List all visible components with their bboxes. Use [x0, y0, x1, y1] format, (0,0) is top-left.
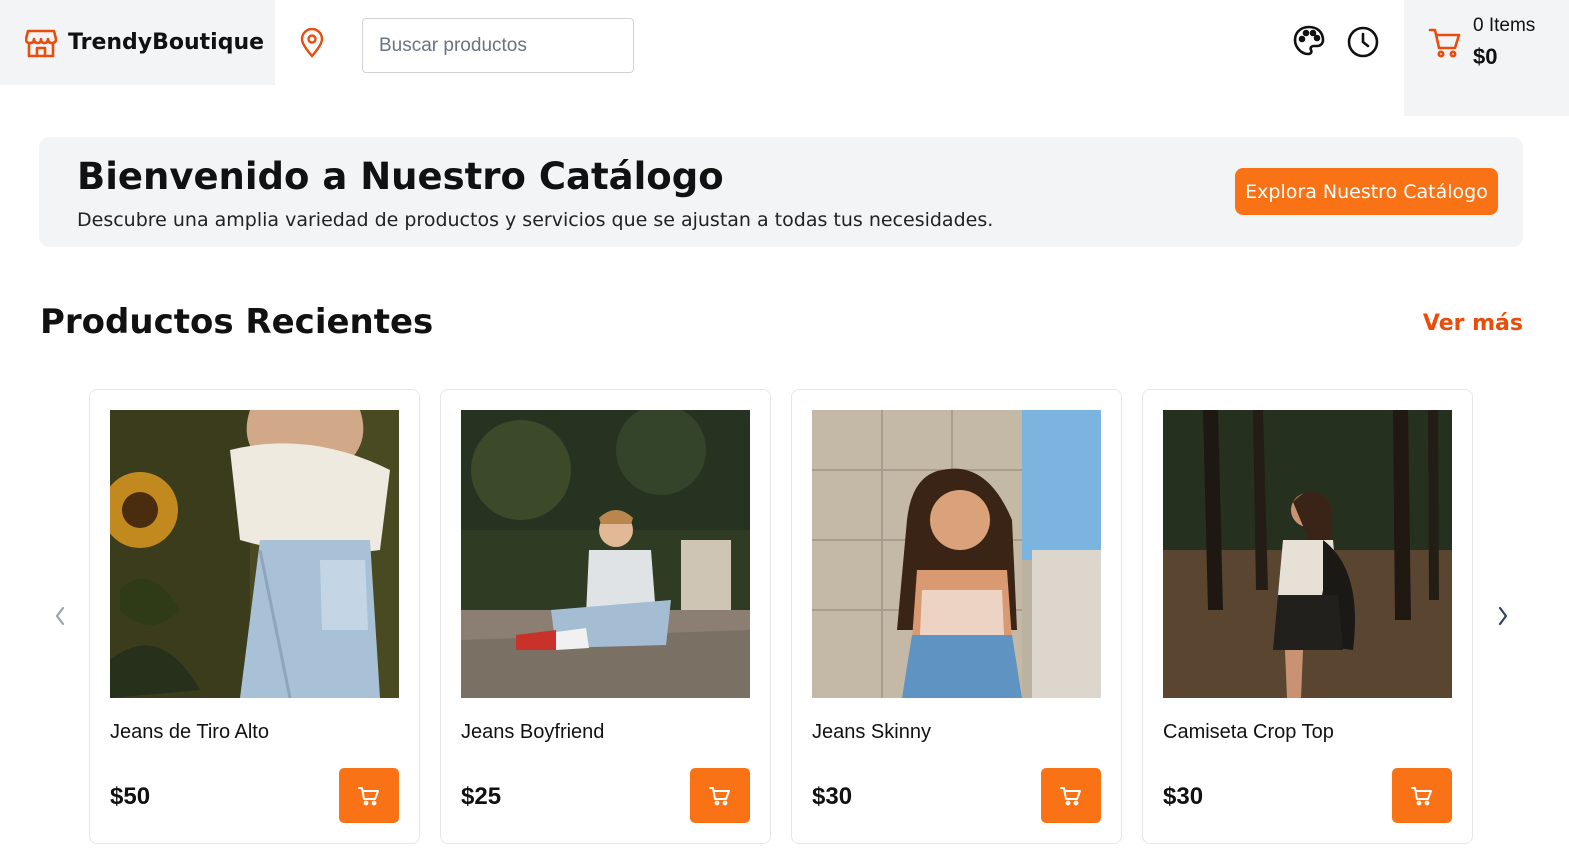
cart-total: $0 — [1473, 44, 1498, 69]
chevron-right-icon — [1498, 606, 1508, 626]
cart-icon — [1428, 26, 1462, 60]
product-image[interactable] — [812, 410, 1101, 698]
banner-title: Bienvenido a Nuestro Catálogo — [77, 155, 724, 198]
product-image[interactable] — [461, 410, 750, 698]
search-input[interactable] — [362, 18, 634, 73]
product-name[interactable]: Jeans Boyfriend — [461, 721, 604, 744]
palette-icon[interactable] — [1292, 24, 1326, 58]
chevron-left-icon — [55, 606, 65, 626]
add-to-cart-button[interactable] — [1041, 768, 1101, 823]
product-card[interactable]: Jeans Skinny $30 — [791, 389, 1122, 844]
carousel-prev-button[interactable] — [46, 602, 74, 630]
store-icon — [24, 26, 58, 60]
product-price: $50 — [110, 783, 151, 810]
carousel-next-button[interactable] — [1489, 602, 1517, 630]
add-to-cart-button[interactable] — [690, 768, 750, 823]
section-title: Productos Recientes — [40, 302, 434, 342]
cart-items-count: 0 Items — [1473, 15, 1536, 36]
clock-icon[interactable] — [1346, 25, 1380, 59]
add-to-cart-button[interactable] — [1392, 768, 1452, 823]
product-card[interactable]: Jeans de Tiro Alto $50 — [89, 389, 420, 844]
product-name[interactable]: Jeans Skinny — [812, 721, 931, 744]
add-to-cart-button[interactable] — [339, 768, 399, 823]
product-image[interactable] — [1163, 410, 1452, 698]
product-name[interactable]: Jeans de Tiro Alto — [110, 721, 269, 744]
cart-icon — [709, 786, 730, 805]
product-price: $25 — [461, 783, 502, 810]
product-image[interactable] — [110, 410, 399, 698]
explore-catalog-button[interactable]: Explora Nuestro Catálogo — [1235, 168, 1498, 215]
product-name[interactable]: Camiseta Crop Top — [1163, 721, 1334, 744]
product-price: $30 — [1163, 783, 1204, 810]
brand-logo[interactable]: TrendyBoutique — [0, 0, 275, 85]
cart-icon — [358, 786, 379, 805]
product-card[interactable]: Jeans Boyfriend $25 — [440, 389, 771, 844]
banner-subtitle: Descubre una amplia variedad de producto… — [77, 209, 994, 231]
cart-icon — [1411, 786, 1432, 805]
product-price: $30 — [812, 783, 853, 810]
cart-icon — [1060, 786, 1081, 805]
see-more-link[interactable]: Ver más — [1423, 311, 1523, 336]
product-card[interactable]: Camiseta Crop Top $30 — [1142, 389, 1473, 844]
brand-name: TrendyBoutique — [68, 30, 265, 55]
cart-summary[interactable]: 0 Items $0 — [1404, 0, 1569, 116]
top-header: TrendyBoutique 0 Ite — [0, 0, 1569, 116]
map-pin-icon[interactable] — [298, 27, 326, 58]
welcome-banner: Bienvenido a Nuestro Catálogo Descubre u… — [39, 137, 1523, 247]
